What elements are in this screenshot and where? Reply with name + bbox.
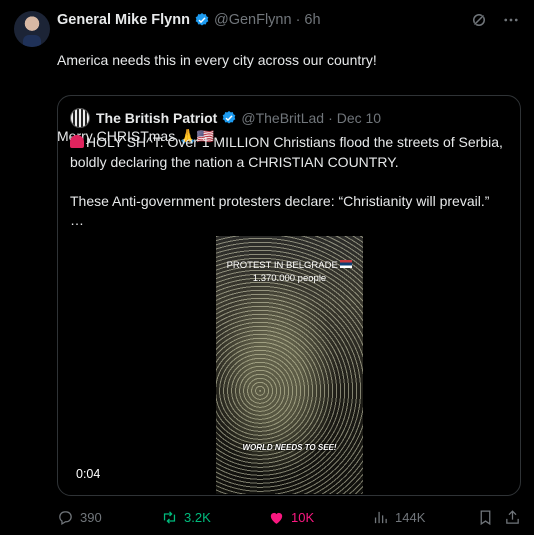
serbia-flag-icon	[340, 260, 353, 268]
meta-separator: ·	[295, 12, 301, 28]
video-duration: 0:04	[76, 467, 101, 481]
verified-badge-icon	[195, 13, 209, 26]
reply-button[interactable]: 390	[57, 506, 102, 528]
video-overlay-title: PROTEST IN BELGRADE 1.370.000 people	[216, 259, 363, 285]
quote-author-name[interactable]: The British Patriot	[96, 110, 217, 126]
share-button[interactable]	[504, 506, 521, 528]
author-avatar[interactable]	[14, 11, 50, 47]
quote-author-avatar[interactable]	[70, 108, 90, 128]
quoted-tweet[interactable]: The British Patriot @TheBritLad · Dec 10…	[57, 95, 521, 496]
bookmark-icon	[480, 509, 491, 525]
tweet-text-line: America needs this in every city across …	[57, 52, 377, 68]
views-count: 144K	[395, 509, 426, 525]
quote-header: The British Patriot @TheBritLad · Dec 10	[70, 108, 381, 128]
share-icon	[506, 509, 519, 524]
reply-count: 390	[80, 509, 102, 525]
video-subtitle-line: 1.370.000 people	[252, 273, 327, 284]
verified-badge-icon	[223, 111, 236, 124]
tweet-actions: 390 3.2K 10K 144K	[57, 506, 522, 528]
reply-icon	[59, 510, 72, 525]
siren-emoji-icon	[70, 135, 84, 148]
author-name[interactable]: General Mike Flynn	[57, 12, 190, 28]
bookmark-button[interactable]	[477, 506, 494, 528]
quote-author-handle[interactable]: @TheBritLad	[241, 110, 324, 126]
tweet-time[interactable]: 6h	[304, 12, 320, 28]
tweet-header: General Mike Flynn @GenFlynn · 6h	[57, 11, 522, 29]
video-caption: WORLD NEEDS TO SEE!	[242, 443, 337, 452]
heart-icon	[270, 512, 283, 524]
author-handle[interactable]: @GenFlynn	[214, 12, 292, 28]
like-button[interactable]: 10K	[268, 506, 314, 528]
quote-body: HOLY SH^T: Over 1 MILLION Christians flo…	[70, 134, 503, 228]
like-count: 10K	[291, 509, 315, 525]
quote-text: HOLY SH^T: Over 1 MILLION Christians flo…	[70, 133, 510, 231]
repost-icon	[163, 510, 176, 524]
more-icon[interactable]	[502, 11, 520, 29]
video-title-line: PROTEST IN BELGRADE	[226, 260, 338, 271]
grok-icon[interactable]	[470, 11, 488, 29]
views-icon	[374, 511, 387, 523]
repost-button[interactable]: 3.2K	[161, 506, 211, 528]
views-button[interactable]: 144K	[372, 506, 425, 528]
video-player[interactable]: PROTEST IN BELGRADE 1.370.000 people WOR…	[216, 236, 363, 494]
quote-date[interactable]: Dec 10	[337, 110, 381, 126]
meta-separator: ·	[328, 110, 333, 126]
repost-count: 3.2K	[184, 509, 211, 525]
